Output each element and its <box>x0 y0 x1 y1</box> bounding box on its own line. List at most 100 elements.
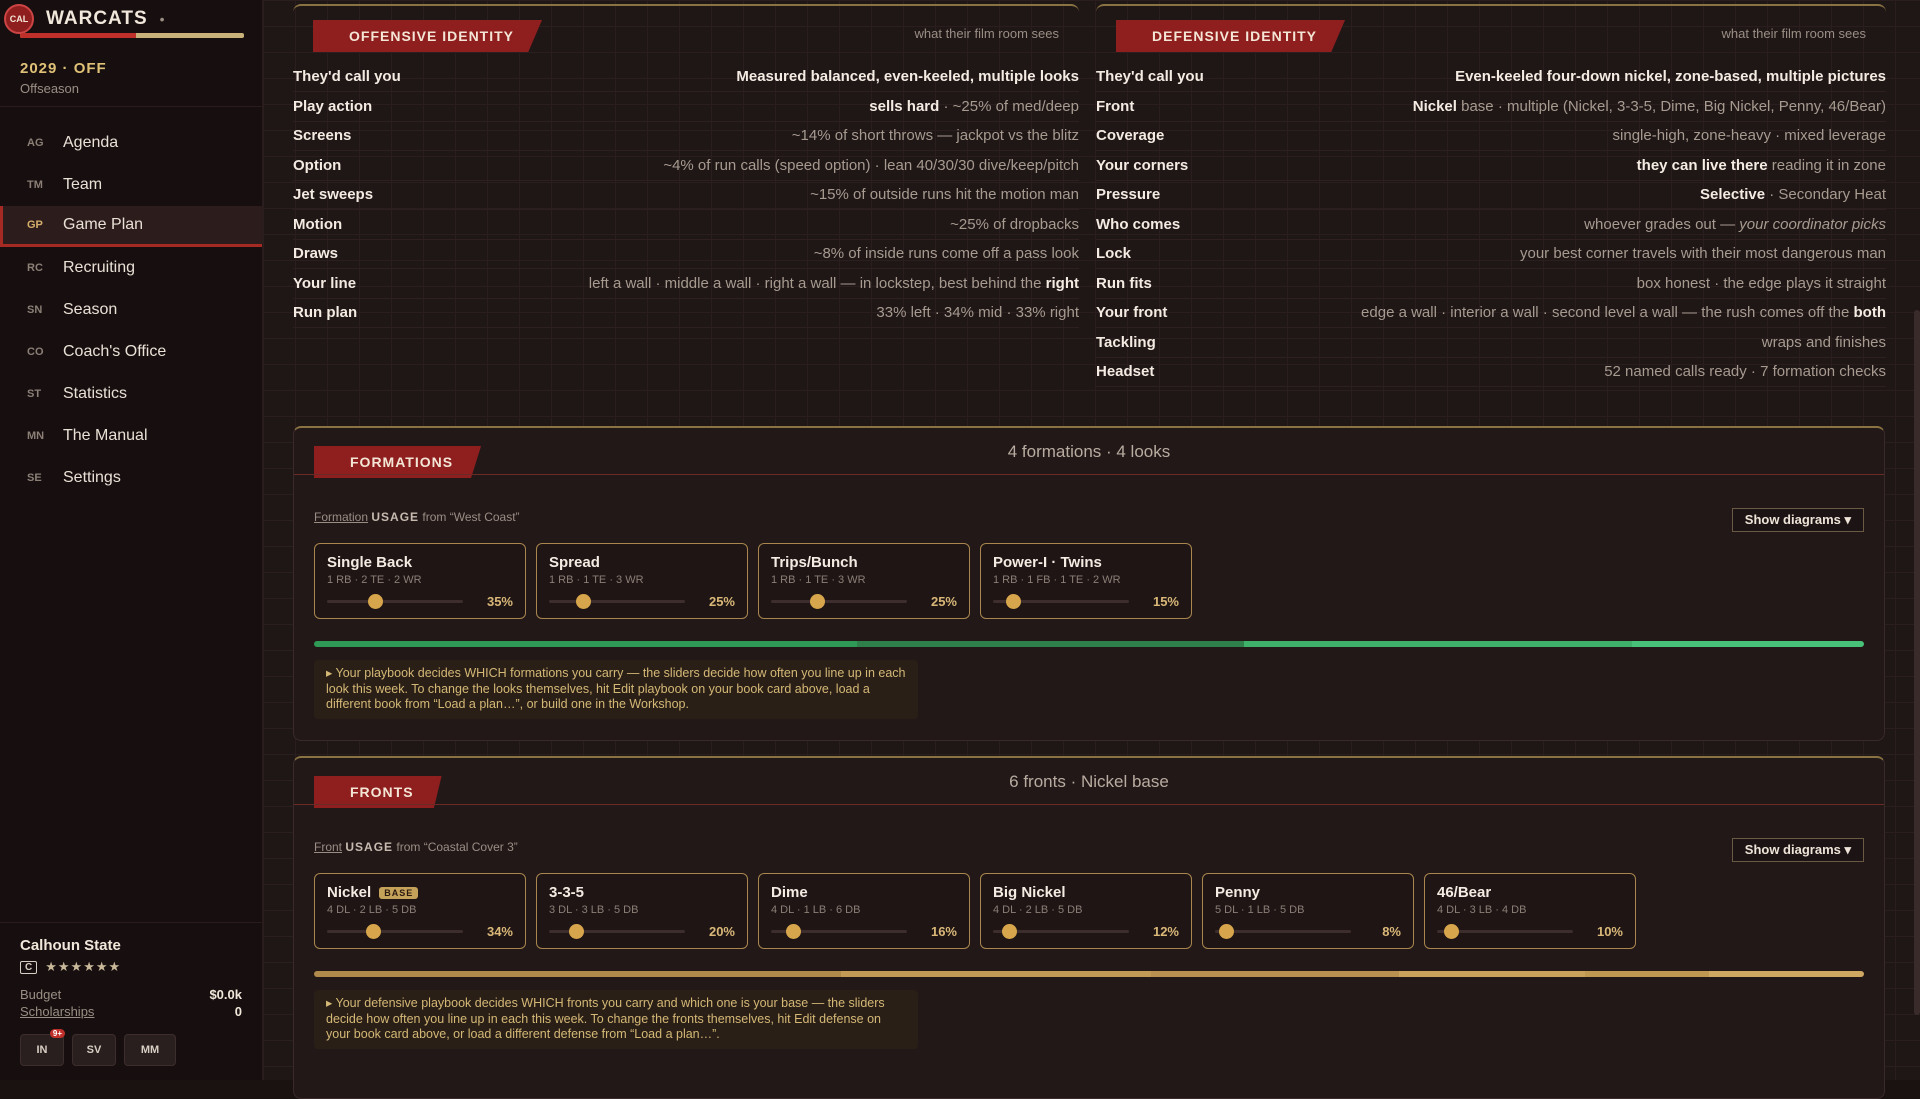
main-menu-button[interactable]: MM <box>124 1034 176 1066</box>
sidebar: CAL WARCATS • 2029 · OFF Offseason AG Age… <box>0 0 263 1080</box>
nav-item-statistics[interactable]: ST Statistics <box>0 373 262 415</box>
identity-key: Jet sweeps <box>293 186 374 203</box>
slider-handle[interactable] <box>1002 924 1018 939</box>
app-name[interactable]: WARCATS <box>46 8 148 30</box>
usage-slider[interactable] <box>771 924 907 939</box>
usage-tile[interactable]: 3-3-5 3 DL · 3 LB · 5 DB 20% <box>536 873 748 949</box>
slider-handle[interactable] <box>569 924 585 939</box>
usage-slider[interactable] <box>327 594 463 609</box>
team-logo[interactable]: CAL <box>4 4 34 34</box>
usage-tile[interactable]: Dime 4 DL · 1 LB · 6 DB 16% <box>758 873 970 949</box>
save-button[interactable]: SV <box>72 1034 116 1066</box>
usage-tile[interactable]: Big Nickel 4 DL · 2 LB · 5 DB 12% <box>980 873 1192 949</box>
identity-key: Headset <box>1096 363 1155 380</box>
show-diagrams-button[interactable]: Show diagrams ▾ <box>1731 838 1864 862</box>
identity-row: Coverage single-high, zone-heavy · mixed … <box>1096 121 1886 151</box>
scholarships-value: 0 <box>234 1004 242 1019</box>
nav-item-agenda[interactable]: AG Agenda <box>0 122 262 164</box>
usage-tile[interactable]: Nickel BASE 4 DL · 2 LB · 5 DB 34% <box>314 873 526 949</box>
identity-value: ~25% of dropbacks <box>950 216 1079 233</box>
nav-abbr: MN <box>27 430 45 442</box>
tile-name-text: Nickel <box>327 884 372 901</box>
identity-text: single-high, zone-heavy · mixed leverage <box>1612 127 1886 144</box>
identity-value: your best corner travels with their most… <box>1520 245 1886 262</box>
usage-tile[interactable]: Single Back 1 RB · 2 TE · 2 WR 35% <box>314 543 526 619</box>
usage-slider[interactable] <box>1215 924 1351 939</box>
usage-slider[interactable] <box>993 594 1129 609</box>
identity-row: Your front edge a wall · interior a wall … <box>1096 298 1886 328</box>
tile-personnel: 4 DL · 1 LB · 6 DB <box>771 904 861 916</box>
usage-tile[interactable]: Spread 1 RB · 1 TE · 3 WR 25% <box>536 543 748 619</box>
formation-usage-label: Formation USAGE from “West Coast” <box>314 510 520 524</box>
usage-prefix[interactable]: Formation <box>314 510 368 524</box>
usage-percent: 8% <box>1382 924 1401 939</box>
tile-personnel: 1 RB · 2 TE · 2 WR <box>327 574 422 586</box>
slider-handle[interactable] <box>367 594 383 609</box>
scholarships-link[interactable]: Scholarships <box>20 1004 94 1019</box>
identity-italic: your coordinator picks <box>1739 215 1886 233</box>
menu-icon[interactable]: • <box>160 11 165 27</box>
identity-value: ~14% of short throws — jackpot vs the bl… <box>792 127 1079 144</box>
identity-value: edge a wall · interior a wall · second l… <box>1361 304 1886 321</box>
slider-handle[interactable] <box>785 924 801 939</box>
identity-text: · ~25% of med/deep <box>939 97 1079 115</box>
tile-name-text: 46/Bear <box>1437 884 1492 901</box>
season-phase: Offseason <box>20 81 80 96</box>
team-name[interactable]: Calhoun State <box>20 937 242 954</box>
front-usage-label: Front USAGE from “Coastal Cover 3” <box>314 840 518 854</box>
usage-tile[interactable]: Power-I · Twins 1 RB · 1 FB · 1 TE · 2 WR… <box>980 543 1192 619</box>
formations-summary: 4 formations · 4 looks <box>1007 442 1171 461</box>
mix-bar-segment <box>856 641 1244 647</box>
identity-key: Draws <box>293 245 339 262</box>
offensive-identity-title: OFFENSIVE IDENTITY <box>313 20 543 52</box>
identity-key: Screens <box>293 127 352 144</box>
usage-slider[interactable] <box>549 924 685 939</box>
usage-tile[interactable]: Trips/Bunch 1 RB · 1 TE · 3 WR 25% <box>758 543 970 619</box>
identity-value: Measured balanced, even-keeled, multiple… <box>736 68 1079 85</box>
nav-label: Settings <box>63 469 121 486</box>
nav-abbr: AG <box>27 137 44 149</box>
identity-text: ~15% of outside runs hit the motion man <box>810 186 1079 203</box>
usage-slider[interactable] <box>549 594 685 609</box>
nav-item-recruiting[interactable]: RC Recruiting <box>0 247 262 289</box>
slider-handle[interactable] <box>1443 924 1459 939</box>
usage-slider[interactable] <box>1437 924 1573 939</box>
nav-label: Recruiting <box>63 259 136 276</box>
nav-item-the-manual[interactable]: MN The Manual <box>0 415 262 457</box>
usage-slider[interactable] <box>327 924 463 939</box>
slider-handle[interactable] <box>1006 594 1022 609</box>
tile-name: Trips/Bunch <box>771 554 858 571</box>
scrollbar[interactable] <box>1914 310 1920 1015</box>
usage-percent: 16% <box>930 924 957 939</box>
nav-item-settings[interactable]: SE Settings <box>0 457 262 499</box>
usage-tile[interactable]: 46/Bear 4 DL · 3 LB · 4 DB 10% <box>1424 873 1636 949</box>
identity-row: Run plan 33% left · 34% mid · 33% right <box>293 298 1079 328</box>
slider-handle[interactable] <box>366 924 382 939</box>
usage-tile[interactable]: Penny 5 DL · 1 LB · 5 DB 8% <box>1202 873 1414 949</box>
identity-value: ~8% of inside runs come off a pass look <box>814 245 1079 262</box>
identity-value: whoever grades out — your coordinator pi… <box>1584 216 1886 233</box>
usage-slider[interactable] <box>771 594 907 609</box>
nav-label: Team <box>63 176 103 193</box>
slider-handle[interactable] <box>810 594 826 609</box>
inbox-button[interactable]: IN 9+ <box>20 1029 65 1066</box>
nav-item-coachs-office[interactable]: CO Coach's Office <box>0 331 262 373</box>
identity-value: 52 named calls ready · 7 formation check… <box>1604 363 1886 380</box>
nav-item-game-plan[interactable]: GP Game Plan <box>0 206 262 247</box>
tile-name: Spread <box>549 554 600 571</box>
usage-prefix[interactable]: Front <box>314 840 342 854</box>
identity-text: Even-keeled four-down nickel, zone-based… <box>1455 68 1886 85</box>
usage-slider[interactable] <box>993 924 1129 939</box>
nav-item-team[interactable]: TM Team <box>0 164 262 206</box>
show-diagrams-button[interactable]: Show diagrams ▾ <box>1731 508 1864 532</box>
identity-key: Who comes <box>1096 215 1181 233</box>
identity-value: 33% left · 34% mid · 33% right <box>876 304 1079 321</box>
nav-item-season[interactable]: SN Season <box>0 289 262 331</box>
slider-handle[interactable] <box>576 594 591 609</box>
identity-key: They'd call you <box>1096 68 1204 85</box>
brand[interactable]: CAL WARCATS • <box>4 4 165 34</box>
identity-value: box honest · the edge plays it straight <box>1637 275 1886 292</box>
slider-handle[interactable] <box>1218 924 1234 939</box>
season-progress-bar <box>20 33 244 38</box>
identity-emphasis: they can live there <box>1636 156 1768 174</box>
